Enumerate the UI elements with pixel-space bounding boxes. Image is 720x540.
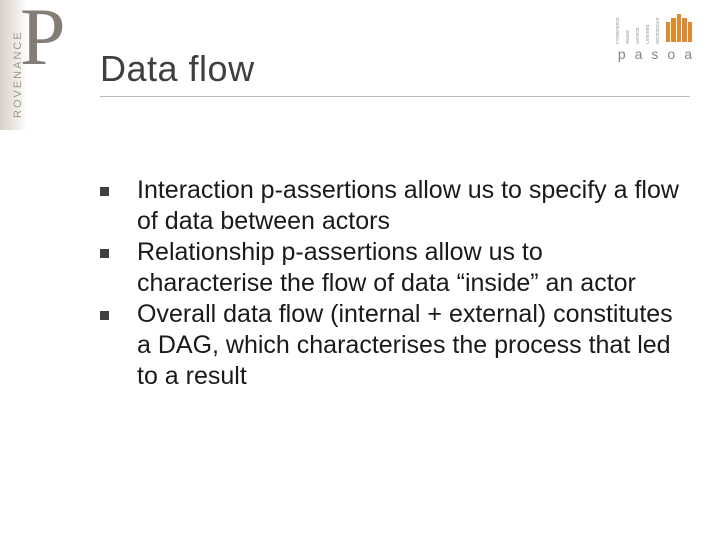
list-item: Overall data flow (internal + external) … — [100, 299, 680, 392]
bullet-icon — [100, 311, 109, 320]
logo-letter-p: P — [20, 0, 66, 84]
heading-region: Data flow — [100, 48, 690, 97]
pasoa-word: Architecture — [656, 16, 661, 44]
bullet-list: Interaction p-assertions allow us to spe… — [100, 175, 680, 392]
bullet-text: Relationship p-assertions allow us to ch… — [137, 237, 680, 299]
list-item: Relationship p-assertions allow us to ch… — [100, 237, 680, 299]
bullet-text: Overall data flow (internal + external) … — [137, 299, 680, 392]
heading-rule — [100, 96, 690, 97]
bullet-icon — [100, 187, 109, 196]
pasoa-words: Provenance Aware Service Oriented Archit… — [615, 16, 662, 44]
pasoa-word: Provenance — [616, 16, 621, 44]
page-title: Data flow — [100, 48, 690, 90]
pasoa-word: Oriented — [646, 16, 651, 44]
pasoa-word: Service — [636, 16, 641, 44]
pasoa-word: Aware — [626, 16, 631, 44]
bullet-icon — [100, 249, 109, 258]
list-item: Interaction p-assertions allow us to spe… — [100, 175, 680, 237]
bullet-text: Interaction p-assertions allow us to spe… — [137, 175, 680, 237]
pasoa-bars-icon — [666, 14, 692, 44]
provenance-logo: ROVENANCE P — [0, 0, 65, 130]
